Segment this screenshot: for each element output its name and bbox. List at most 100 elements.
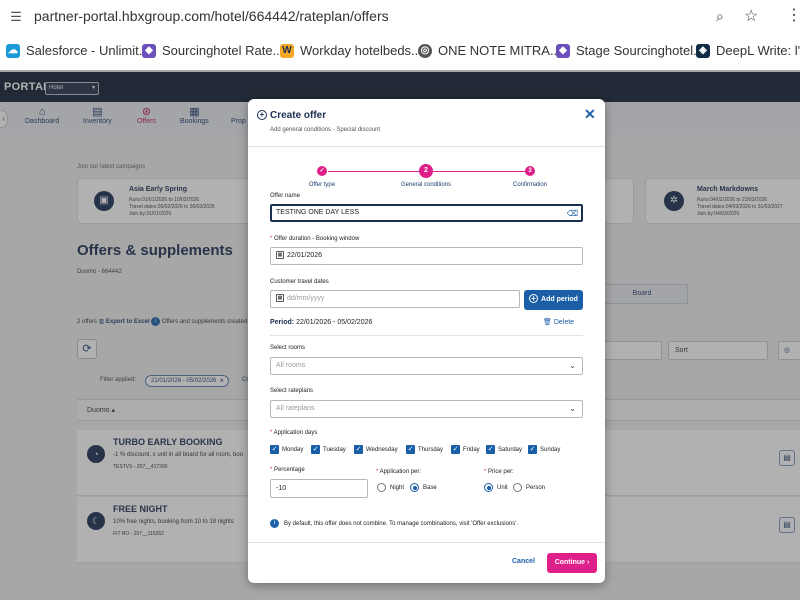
select-rateplans-dropdown[interactable]: All rateplans ⌄ xyxy=(270,400,583,418)
workday-icon: W xyxy=(280,43,294,58)
bookmark-star-icon[interactable]: ☆ xyxy=(744,6,758,26)
plus-icon: + xyxy=(529,294,539,303)
bookmark-workday[interactable]: W Workday hotelbeds... xyxy=(280,43,422,58)
step-current: 2 xyxy=(419,164,433,178)
offer-name-input[interactable]: TESTING ONE DAY LESS ⌫ xyxy=(270,204,583,222)
offer-name-label: Offer name xyxy=(270,193,300,199)
offer-name-value: TESTING ONE DAY LESS xyxy=(276,209,359,216)
clear-input-icon[interactable]: ⌫ xyxy=(567,206,578,222)
bookmark-stage-sourcinghotel[interactable]: ◆ Stage Sourcinghotel... xyxy=(556,43,704,58)
travel-dates-input[interactable]: ▦ dd/mm/yyyy xyxy=(270,290,520,308)
checkbox-checked-icon: ✓ xyxy=(406,445,415,454)
trash-icon: 🗑 xyxy=(543,319,552,326)
label-text: Price per: xyxy=(488,469,514,475)
day-checkbox-monday[interactable]: ✓ Monday xyxy=(270,445,303,454)
day-checkbox-tuesday[interactable]: ✓ Tuesday xyxy=(311,445,346,454)
percentage-input[interactable]: -10 xyxy=(270,479,368,498)
radio-person[interactable]: Person xyxy=(513,483,545,492)
radio-night[interactable]: Night xyxy=(377,483,404,492)
day-checkbox-sunday[interactable]: ✓ Sunday xyxy=(528,445,560,454)
calendar-icon: ▦ xyxy=(276,294,284,303)
zoom-icon[interactable]: ⌕ xyxy=(716,8,724,25)
checkbox-checked-icon: ✓ xyxy=(528,445,537,454)
combination-note: i By default, this offer does not combine… xyxy=(270,519,518,528)
bookmark-label: Sourcinghotel Rate... xyxy=(162,43,284,58)
offer-duration-label: * Offer duration - Booking window xyxy=(270,236,359,242)
note-text: By default, this offer does not combine.… xyxy=(284,521,519,528)
label-text: Offer duration - Booking window xyxy=(274,236,360,242)
close-icon[interactable]: ✕ xyxy=(584,106,596,123)
percentage-label: * Percentage xyxy=(270,467,305,473)
modal-title: Create offer xyxy=(270,110,327,121)
checkbox-checked-icon: ✓ xyxy=(270,445,279,454)
bookmark-deepl[interactable]: ◈ DeepL Write: l'assi xyxy=(696,43,800,58)
step-label: Confirmation xyxy=(512,182,547,188)
travel-dates-placeholder: dd/mm/yyyy xyxy=(287,295,325,302)
day-checkbox-thursday[interactable]: ✓ Thursday xyxy=(406,445,443,454)
booking-window-date-input[interactable]: ▦ 22/01/2026 xyxy=(270,247,583,265)
application-days-label: * Application days xyxy=(270,430,317,436)
price-per-label: * Price per: xyxy=(484,469,514,475)
modal-subtitle: Add general conditions - Special discoun… xyxy=(270,127,381,133)
label-text: Percentage xyxy=(274,467,305,473)
bookmark-label: Stage Sourcinghotel... xyxy=(576,43,704,58)
travel-dates-label: Customer travel dates xyxy=(270,279,329,285)
divider xyxy=(248,146,605,147)
bookmark-sourcinghotel[interactable]: ◆ Sourcinghotel Rate... xyxy=(142,43,283,58)
browser-url-bar[interactable]: ☰ partner-portal.hbxgroup.com/hotel/6644… xyxy=(0,0,800,34)
menu-icon[interactable]: ⋮ xyxy=(786,5,800,25)
radio-base[interactable]: Base xyxy=(410,483,437,492)
radio-label: Base xyxy=(423,484,437,491)
day-label: Saturday xyxy=(498,446,523,453)
select-rooms-dropdown[interactable]: All rooms ⌄ xyxy=(270,357,583,375)
period-summary: Period: 22/01/2026 - 05/02/2026 xyxy=(270,319,372,326)
day-checkbox-friday[interactable]: ✓ Friday xyxy=(451,445,480,454)
create-offer-modal: + Create offer Add general conditions - … xyxy=(248,99,605,583)
checkbox-checked-icon: ✓ xyxy=(354,445,363,454)
percentage-value: -10 xyxy=(276,485,287,492)
select-rateplans-label: Select rateplans xyxy=(270,388,314,394)
delete-label: Delete xyxy=(553,319,575,326)
select-rateplans-value: All rateplans xyxy=(276,405,315,412)
calendar-icon: ▦ xyxy=(276,251,284,260)
period-prefix: Period: xyxy=(270,319,295,326)
salesforce-icon: ☁ xyxy=(6,43,20,58)
step-label: Offer type xyxy=(308,182,336,188)
checkbox-checked-icon: ✓ xyxy=(311,445,320,454)
divider xyxy=(248,542,605,543)
deepl-icon: ◈ xyxy=(696,43,710,58)
chevron-down-icon: ⌄ xyxy=(569,404,576,413)
info-icon: i xyxy=(270,519,279,528)
label-text: Application per: xyxy=(379,469,422,475)
bookmark-salesforce[interactable]: ☁ Salesforce - Unlimit... xyxy=(6,43,150,58)
site-settings-icon[interactable]: ☰ xyxy=(8,9,24,25)
radio-unselected-icon xyxy=(513,483,522,492)
step-label: General conditions xyxy=(400,182,452,188)
chevron-down-icon: ⌄ xyxy=(569,361,576,370)
radio-label: Person xyxy=(526,484,546,491)
day-checkbox-wednesday[interactable]: ✓ Wednesday xyxy=(354,445,398,454)
sourcinghotel-icon: ◆ xyxy=(556,43,570,58)
day-label: Wednesday xyxy=(366,446,398,453)
day-label: Sunday xyxy=(540,446,561,453)
delete-period-button[interactable]: 🗑 Delete xyxy=(543,318,574,326)
divider xyxy=(270,335,583,336)
select-rooms-label: Select rooms xyxy=(270,345,306,351)
day-label: Tuesday xyxy=(323,446,346,453)
radio-unselected-icon xyxy=(377,483,386,492)
chevron-right-icon: › xyxy=(586,559,590,566)
select-rooms-value: All rooms xyxy=(276,362,306,369)
bookmark-label: Salesforce - Unlimit... xyxy=(26,43,150,58)
radio-selected-icon xyxy=(484,483,493,492)
cancel-button[interactable]: Cancel xyxy=(512,558,535,565)
checkbox-checked-icon: ✓ xyxy=(486,445,495,454)
url-text[interactable]: partner-portal.hbxgroup.com/hotel/664442… xyxy=(34,8,389,24)
add-period-button[interactable]: + Add period xyxy=(524,290,583,310)
period-value: 22/01/2026 - 05/02/2026 xyxy=(296,319,373,326)
radio-unit[interactable]: Unit xyxy=(484,483,508,492)
continue-button[interactable]: Continue › xyxy=(547,553,597,573)
label-text: Application days xyxy=(273,430,318,436)
bookmark-onenote[interactable]: ◎ ONE NOTE MITRA... xyxy=(418,43,561,58)
day-checkbox-saturday[interactable]: ✓ Saturday xyxy=(486,445,522,454)
day-label: Monday xyxy=(282,446,304,453)
